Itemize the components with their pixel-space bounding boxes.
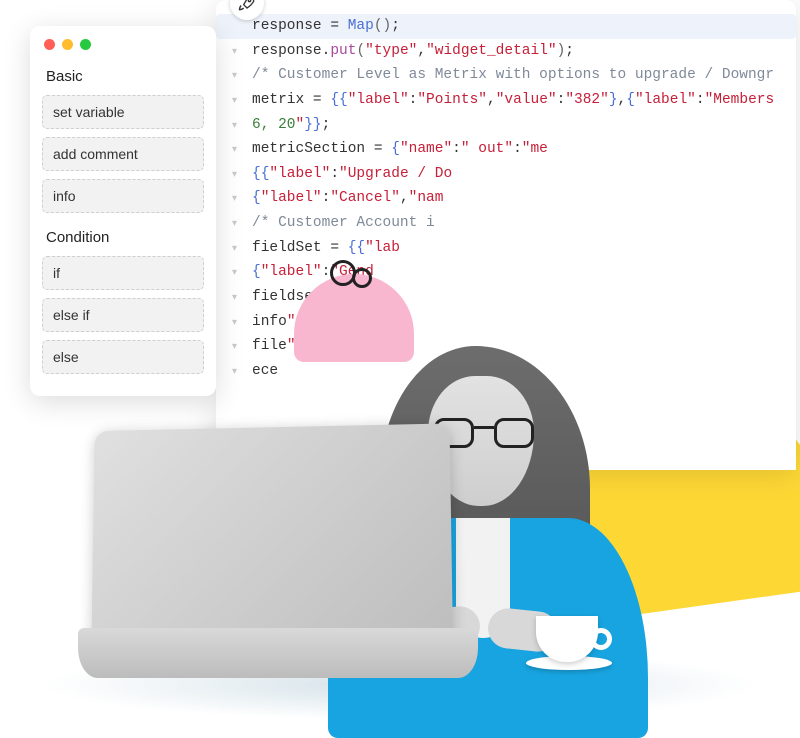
window-zoom-dot[interactable] (80, 39, 91, 50)
palette-item-if[interactable]: if (42, 256, 204, 290)
palette-item-info[interactable]: info (42, 179, 204, 213)
code-line[interactable]: response = Map(); (216, 14, 796, 39)
code-line[interactable]: /* Customer Account i (252, 211, 776, 236)
code-line[interactable]: /* Customer Level as Metrix with options… (252, 63, 776, 88)
coffee-cup-illustration (530, 606, 616, 670)
window-close-dot[interactable] (44, 39, 55, 50)
code-line[interactable]: metricSection = {"name":" out":"me (252, 137, 776, 162)
palette-section-heading: Basic (30, 60, 216, 95)
palette-section-heading: Condition (30, 221, 216, 256)
palette-item-else[interactable]: else (42, 340, 204, 374)
palette-item-else-if[interactable]: else if (42, 298, 204, 332)
code-line[interactable]: 6, 20"}}; (252, 113, 776, 138)
laptop-illustration (88, 426, 468, 678)
code-line[interactable]: {{"label":"Upgrade / Do (252, 162, 776, 187)
window-titlebar (30, 26, 216, 60)
block-palette-window: Basicset variable add comment info Conditio… (30, 26, 216, 396)
window-minimize-dot[interactable] (62, 39, 73, 50)
code-line[interactable]: response.put("type","widget_detail"); (252, 39, 776, 64)
code-line[interactable]: metrix = {{"label":"Points","value":"382… (252, 88, 776, 113)
code-line[interactable]: {"label":"Cancel","nam (252, 186, 776, 211)
palette-item-set-variable[interactable]: set variable (42, 95, 204, 129)
palette-item-add-comment[interactable]: add comment (42, 137, 204, 171)
